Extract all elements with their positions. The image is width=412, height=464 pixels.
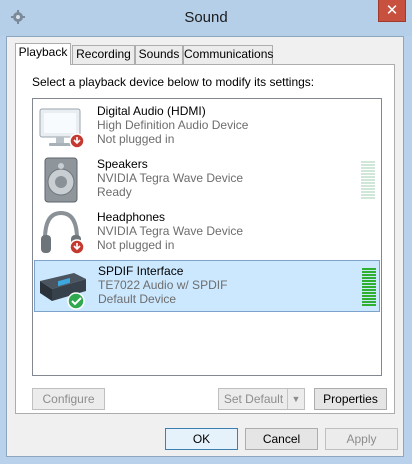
level-segment	[362, 301, 376, 303]
tab-recording[interactable]: Recording	[72, 45, 135, 64]
unplugged-badge-icon	[69, 239, 85, 255]
tab-sounds[interactable]: Sounds	[135, 45, 183, 64]
level-segment	[362, 274, 376, 276]
level-segment	[362, 292, 376, 294]
level-segment	[361, 167, 375, 169]
chevron-down-icon[interactable]: ▼	[287, 389, 304, 409]
level-segment	[362, 268, 376, 270]
device-driver: High Definition Audio Device	[97, 118, 249, 132]
level-segment	[362, 286, 376, 288]
level-segment	[361, 188, 375, 190]
level-segment	[362, 295, 376, 297]
level-segment	[361, 161, 375, 163]
list-item-speakers[interactable]: Speakers NVIDIA Tegra Wave Device Ready	[34, 154, 380, 206]
volume-level-meter	[362, 268, 376, 308]
spdif-device-icon	[40, 273, 86, 310]
level-segment	[361, 173, 375, 175]
speaker-icon	[44, 157, 78, 203]
monitor-icon	[39, 108, 85, 149]
device-name: Digital Audio (HDMI)	[97, 104, 206, 118]
device-list[interactable]: Digital Audio (HDMI) High Definition Aud…	[32, 98, 382, 376]
playback-panel: Select a playback device below to modify…	[15, 64, 395, 414]
level-segment	[362, 283, 376, 285]
level-segment	[362, 304, 376, 306]
set-default-button[interactable]: Set Default ▼	[218, 388, 305, 410]
title-bar[interactable]: Sound ✕	[0, 0, 412, 36]
properties-button[interactable]: Properties	[314, 388, 387, 410]
close-icon: ✕	[385, 2, 399, 19]
device-status: Default Device	[98, 292, 177, 306]
list-item-headphones[interactable]: Headphones NVIDIA Tegra Wave Device Not …	[34, 207, 380, 259]
device-driver: NVIDIA Tegra Wave Device	[97, 224, 244, 238]
level-segment	[362, 280, 376, 282]
device-name: Headphones	[97, 210, 166, 224]
device-name: Speakers	[97, 157, 148, 171]
level-segment	[362, 298, 376, 300]
level-segment	[361, 179, 375, 181]
level-segment	[362, 289, 376, 291]
tab-playback[interactable]: Playback	[15, 43, 71, 65]
close-button[interactable]: ✕	[378, 0, 406, 22]
list-item-spdif-interface[interactable]: SPDIF Interface TE7022 Audio w/ SPDIF De…	[34, 260, 380, 312]
level-segment	[362, 277, 376, 279]
level-segment	[361, 197, 375, 199]
level-segment	[362, 271, 376, 273]
apply-button[interactable]: Apply	[325, 428, 398, 450]
level-segment	[361, 176, 375, 178]
level-segment	[361, 185, 375, 187]
device-name: SPDIF Interface	[98, 264, 184, 278]
level-segment	[361, 182, 375, 184]
device-status: Not plugged in	[97, 238, 175, 252]
ok-button[interactable]: OK	[165, 428, 238, 450]
level-segment	[361, 194, 375, 196]
dialog-client-area: Playback Recording Sounds Communications…	[6, 36, 404, 457]
configure-button[interactable]: Configure	[32, 388, 105, 410]
cancel-button[interactable]: Cancel	[245, 428, 318, 450]
device-driver: TE7022 Audio w/ SPDIF	[98, 278, 228, 292]
instruction-text: Select a playback device below to modify…	[32, 75, 315, 89]
tab-communications[interactable]: Communications	[183, 45, 273, 64]
device-driver: NVIDIA Tegra Wave Device	[97, 171, 244, 185]
device-status: Not plugged in	[97, 132, 175, 146]
set-default-label: Set Default	[223, 392, 284, 406]
headphones-icon	[41, 210, 85, 255]
level-segment	[361, 164, 375, 166]
window-title: Sound	[184, 9, 228, 26]
default-check-badge-icon	[67, 292, 85, 310]
list-item-digital-audio-hdmi[interactable]: Digital Audio (HDMI) High Definition Aud…	[34, 101, 380, 153]
volume-level-meter	[361, 161, 375, 201]
level-segment	[361, 170, 375, 172]
unplugged-badge-icon	[69, 133, 85, 149]
device-status: Ready	[97, 185, 132, 199]
level-segment	[361, 191, 375, 193]
sound-dialog: Sound ✕ Playback Recording Sounds Commun…	[0, 0, 412, 464]
